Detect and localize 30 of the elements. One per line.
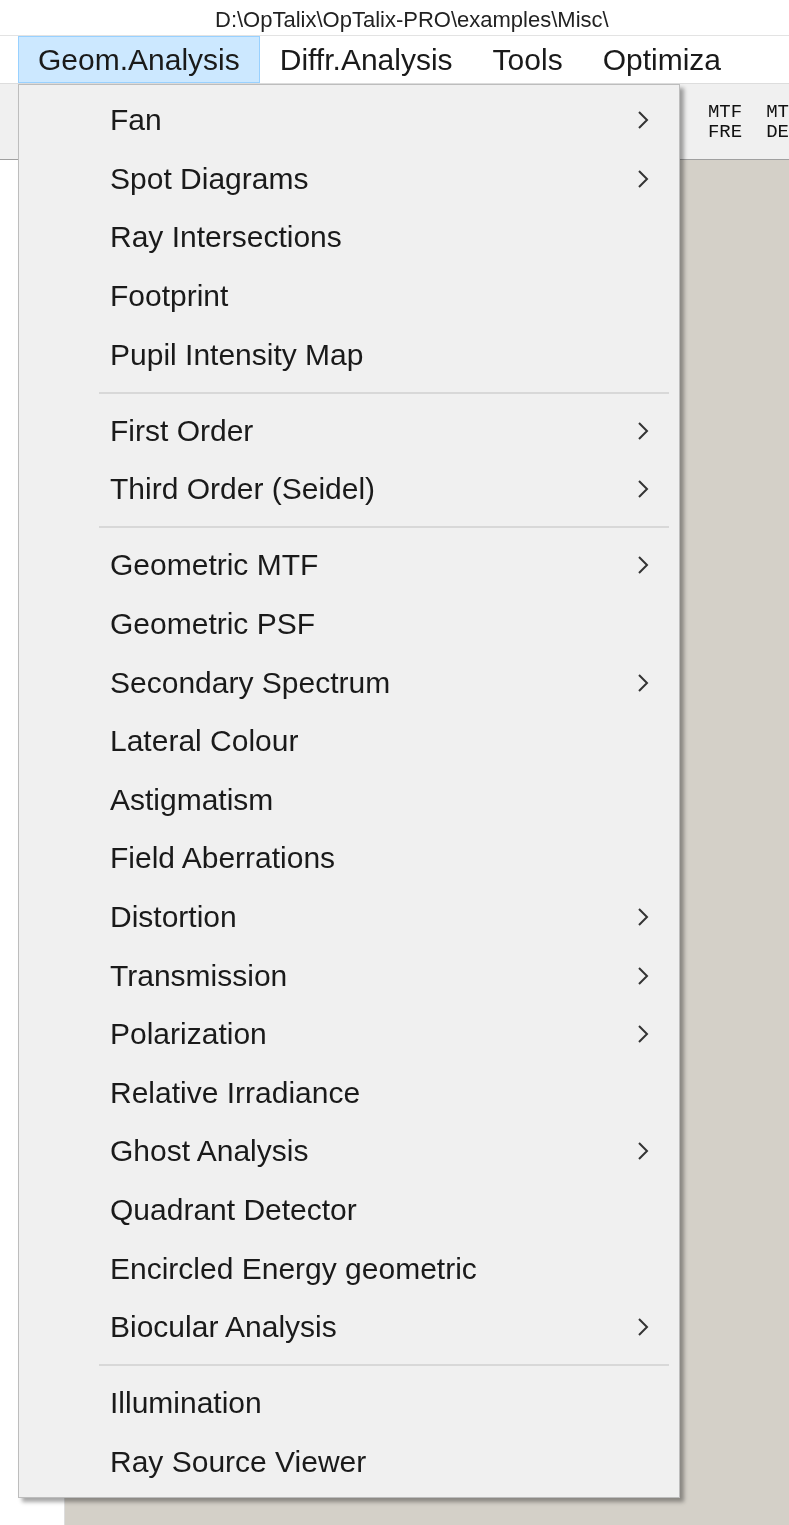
menu-bar-item[interactable]: Geom.Analysis [18,36,260,83]
menu-item[interactable]: Footprint [19,266,679,326]
menu-item[interactable]: Distortion [19,887,679,947]
menu-item[interactable]: Geometric PSF [19,594,679,654]
menu-item[interactable]: Fan [19,91,679,150]
menu-item[interactable]: Ghost Analysis [19,1122,679,1181]
menu-item[interactable]: Astigmatism [19,770,679,830]
toolbar-button[interactable]: MT DE [766,101,789,142]
menu-item[interactable]: First Order [19,401,679,461]
menu-item[interactable]: Field Aberrations [19,829,679,888]
menu-item[interactable]: Spot Diagrams [19,149,679,209]
menu-bar-item[interactable]: Tools [472,36,583,83]
menu-item[interactable]: Geometric MTF [19,536,679,595]
menu-item[interactable]: Ray Intersections [19,208,679,267]
menu-item[interactable]: Relative Irradiance [19,1063,679,1123]
menu-item[interactable]: Polarization [19,1004,679,1064]
toolbar-button[interactable]: MTF FRE [707,101,743,142]
menu-item[interactable]: Biocular Analysis [19,1297,679,1357]
menu-item[interactable]: Pupil Intensity Map [19,325,679,384]
menu-item[interactable]: Encircled Energy geometric [19,1239,679,1298]
menu-bar-item[interactable]: Diffr.Analysis [259,36,473,83]
menu-item[interactable]: Ray Source Viewer [19,1432,679,1492]
menu-item[interactable]: Transmission [19,946,679,1005]
menu-item[interactable]: Lateral Colour [19,711,679,771]
menu-bar-item[interactable]: Optimiza [582,36,741,83]
menu-item[interactable]: Illumination [19,1373,679,1433]
menu-item[interactable]: Third Order (Seidel) [19,460,679,519]
menu-item[interactable]: Secondary Spectrum [19,653,679,712]
menu-item[interactable]: Quadrant Detector [19,1180,679,1240]
window-title: D:\OpTalix\OpTalix-PRO\examples\Misc\ [215,6,609,34]
